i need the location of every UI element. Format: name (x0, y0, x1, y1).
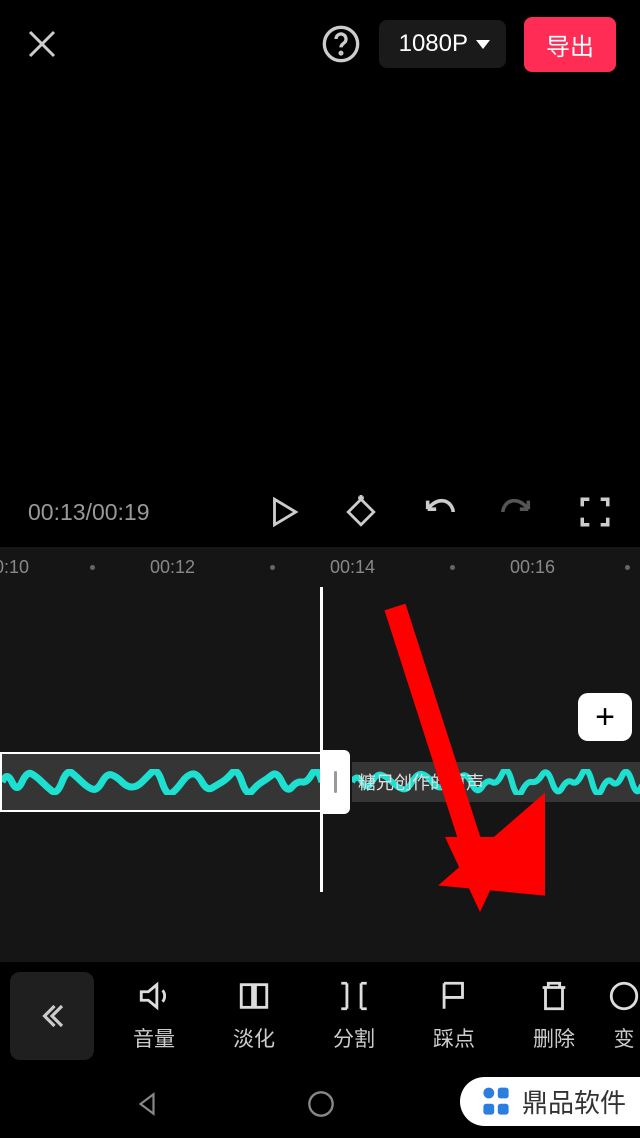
tool-change[interactable]: 变 (604, 979, 640, 1053)
tool-delete[interactable]: 删除 (504, 979, 604, 1053)
time-display: 00:13/00:19 (28, 499, 266, 526)
split-icon (337, 979, 371, 1013)
fade-icon (237, 979, 271, 1013)
keyframe-icon[interactable] (344, 495, 378, 529)
resolution-button[interactable]: 1080P (379, 20, 506, 68)
tool-volume[interactable]: 音量 (104, 979, 204, 1053)
clip-handle[interactable] (320, 750, 350, 814)
tool-fade[interactable]: 淡化 (204, 979, 304, 1053)
play-icon[interactable] (266, 495, 300, 529)
add-button[interactable]: + (578, 693, 632, 741)
ruler-mark: 00:14 (330, 557, 375, 578)
watermark-logo-icon (478, 1084, 514, 1120)
nav-home-icon[interactable] (307, 1090, 335, 1118)
playhead[interactable] (320, 587, 323, 892)
controls-bar: 00:13/00:19 (0, 483, 640, 547)
timeline-ruler: 0:10 00:12 00:14 00:16 (0, 547, 640, 587)
video-preview[interactable] (209, 88, 431, 478)
watermark: 鼎品软件 (460, 1077, 640, 1126)
nav-back-icon[interactable] (134, 1091, 160, 1117)
export-button[interactable]: 导出 (524, 17, 616, 72)
caret-down-icon (476, 40, 490, 49)
change-icon (607, 979, 640, 1013)
beat-icon (437, 979, 471, 1013)
fullscreen-icon[interactable] (578, 495, 612, 529)
tool-split[interactable]: 分割 (304, 979, 404, 1053)
bottom-toolbar: 音量 淡化 分割 踩点 删除 变 (0, 962, 640, 1070)
timeline[interactable]: 0:10 00:12 00:14 00:16 + 糖兄创作的原声 (0, 547, 640, 962)
audio-clip[interactable]: 糖兄创作的原声 (352, 762, 640, 802)
ruler-mark: 00:16 (510, 557, 555, 578)
top-bar: 1080P 导出 (0, 0, 640, 88)
ruler-mark: 00:12 (150, 557, 195, 578)
help-icon[interactable] (321, 24, 361, 64)
close-icon[interactable] (24, 26, 60, 62)
volume-icon (137, 979, 171, 1013)
ruler-mark: 0:10 (0, 557, 29, 578)
preview-area (0, 88, 640, 483)
watermark-text: 鼎品软件 (522, 1083, 626, 1120)
redo-icon[interactable] (500, 495, 534, 529)
waveform-icon (2, 769, 322, 795)
delete-icon (537, 979, 571, 1013)
audio-clip-label: 糖兄创作的原声 (358, 769, 484, 795)
back-button[interactable] (10, 972, 94, 1060)
tool-beat[interactable]: 踩点 (404, 979, 504, 1053)
undo-icon[interactable] (422, 495, 456, 529)
audio-clip-selected[interactable] (0, 752, 320, 812)
resolution-label: 1080P (399, 30, 468, 58)
